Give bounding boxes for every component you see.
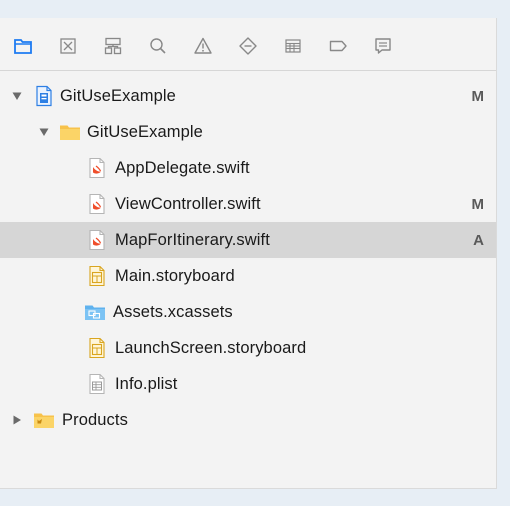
tree-row-project[interactable]: GitUseExample M (0, 78, 496, 114)
tree-row-file[interactable]: ViewController.swift M (0, 186, 496, 222)
products-folder-icon (33, 409, 55, 431)
project-navigator-icon[interactable] (12, 35, 34, 57)
file-tree: GitUseExample M GitUseExample AppDelegat… (0, 78, 496, 438)
tree-row-file[interactable]: Info.plist (0, 366, 496, 402)
breakpoint-navigator-icon[interactable] (327, 35, 349, 57)
find-navigator-icon[interactable] (147, 35, 169, 57)
tree-row-file-selected[interactable]: MapForItinerary.swift A (0, 222, 496, 258)
swift-file-icon (86, 193, 108, 215)
tree-item-label: Info.plist (115, 374, 178, 393)
status-badge: M (471, 195, 485, 213)
storyboard-file-icon (86, 337, 108, 359)
asset-catalog-icon (84, 301, 106, 323)
tree-item-label: Main.storyboard (115, 266, 235, 285)
swift-file-icon (86, 157, 108, 179)
symbol-navigator-icon[interactable] (102, 35, 124, 57)
tree-item-label: Products (62, 410, 128, 429)
source-control-navigator-icon[interactable] (57, 35, 79, 57)
swift-file-icon (86, 229, 108, 251)
tree-row-group[interactable]: GitUseExample (0, 114, 496, 150)
plist-file-icon (86, 373, 108, 395)
folder-icon (59, 121, 81, 143)
tree-item-label: ViewController.swift (115, 194, 261, 213)
tree-row-file[interactable]: Assets.xcassets (0, 294, 496, 330)
tree-row-file[interactable]: LaunchScreen.storyboard (0, 330, 496, 366)
disclosure-expanded-icon[interactable] (38, 126, 50, 138)
tree-item-label: MapForItinerary.swift (115, 230, 270, 249)
tree-item-label: LaunchScreen.storyboard (115, 338, 307, 357)
tree-row-group[interactable]: Products (0, 402, 496, 438)
tree-item-label: Assets.xcassets (113, 302, 233, 321)
report-navigator-icon[interactable] (372, 35, 394, 57)
tree-row-file[interactable]: AppDelegate.swift (0, 150, 496, 186)
disclosure-collapsed-icon[interactable] (11, 414, 23, 426)
tree-item-label: GitUseExample (87, 122, 203, 141)
disclosure-expanded-icon[interactable] (11, 90, 23, 102)
issue-navigator-icon[interactable] (192, 35, 214, 57)
project-file-icon (33, 85, 55, 107)
status-badge: M (471, 87, 485, 105)
project-navigator-panel: GitUseExample M GitUseExample AppDelegat… (0, 18, 497, 489)
navigator-toolbar (0, 18, 496, 71)
tree-item-label: GitUseExample (60, 86, 176, 105)
debug-navigator-icon[interactable] (282, 35, 304, 57)
tree-item-label: AppDelegate.swift (115, 158, 250, 177)
test-navigator-icon[interactable] (237, 35, 259, 57)
status-badge: A (473, 231, 484, 249)
storyboard-file-icon (86, 265, 108, 287)
tree-row-file[interactable]: Main.storyboard (0, 258, 496, 294)
